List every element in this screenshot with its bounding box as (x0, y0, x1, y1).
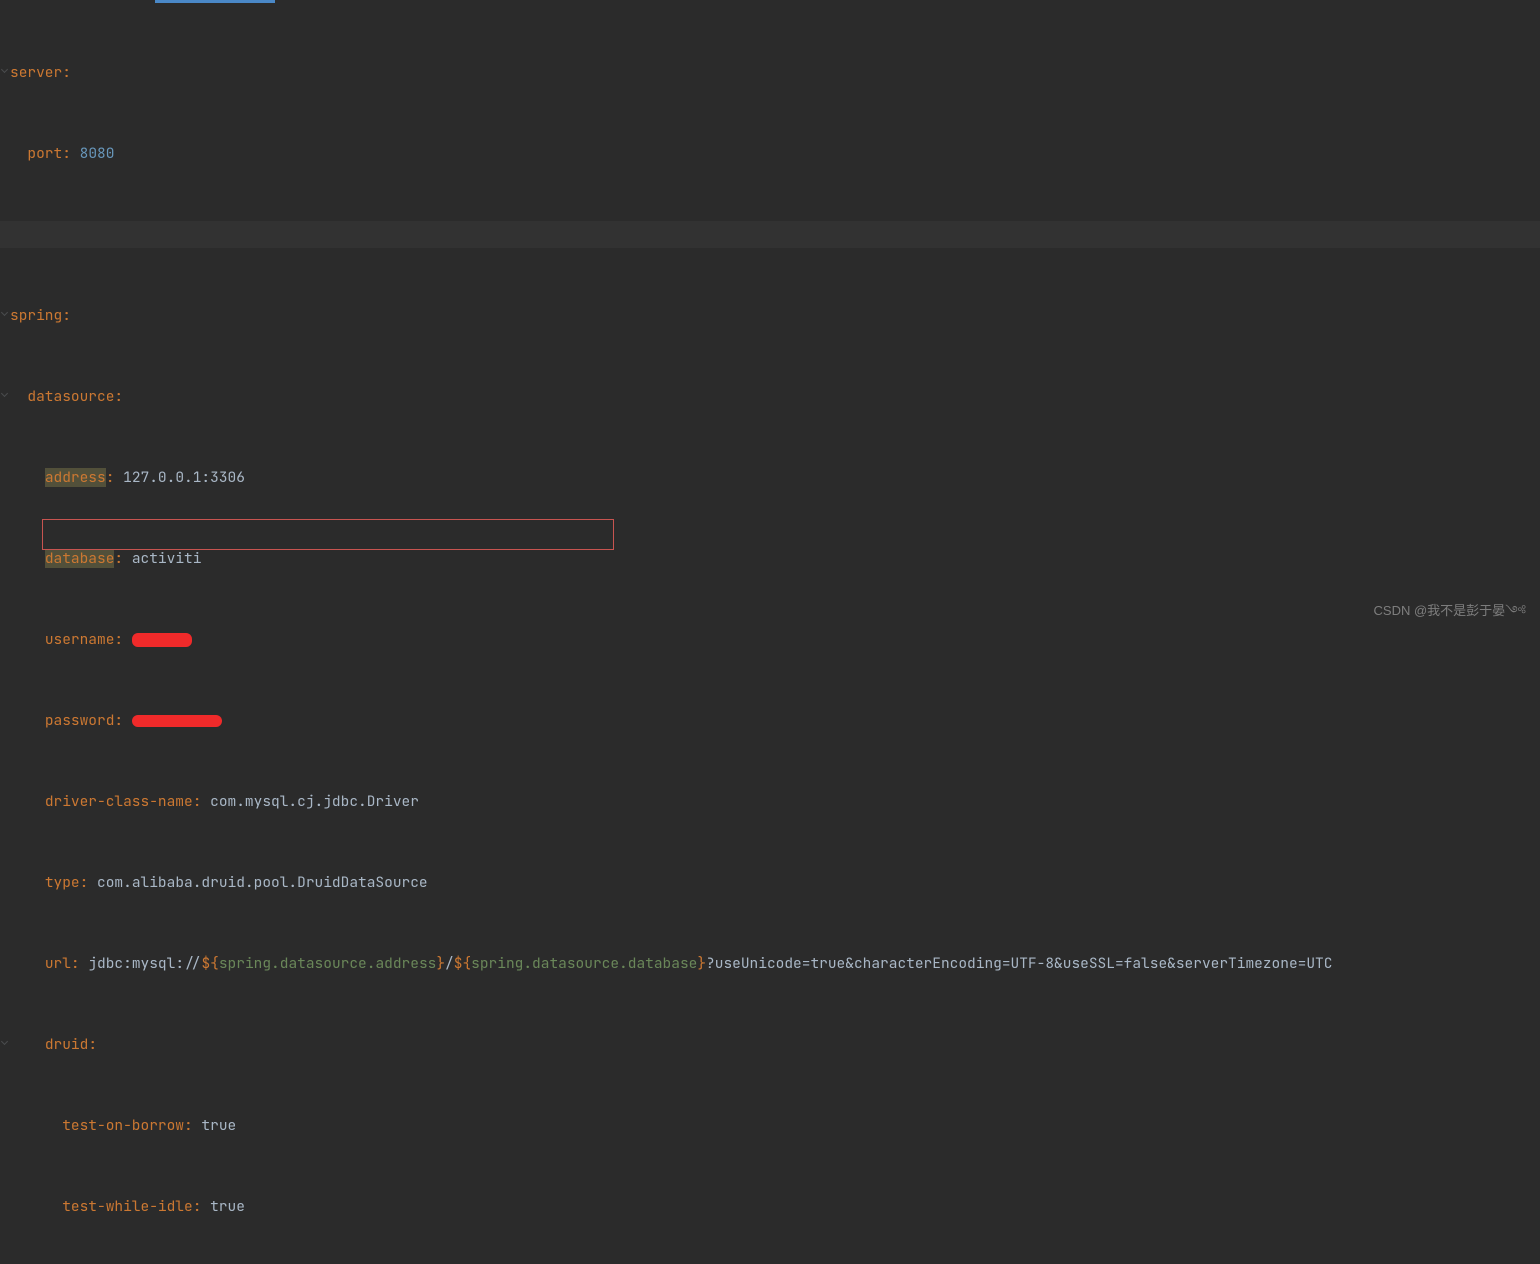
code-line[interactable]: url: jdbc:mysql://${spring.datasource.ad… (0, 950, 1540, 977)
code-line[interactable]: username: (0, 626, 1540, 653)
fold-icon[interactable] (1, 390, 8, 397)
code-editor[interactable]: server: port: 8080 spring: datasource: a… (0, 0, 1540, 1264)
code-line[interactable]: password: (0, 707, 1540, 734)
code-line[interactable]: spring: (0, 302, 1540, 329)
fold-icon[interactable] (1, 309, 8, 316)
code-line[interactable]: database: activiti (0, 545, 1540, 572)
redacted-value (132, 633, 192, 647)
code-line[interactable]: type: com.alibaba.druid.pool.DruidDataSo… (0, 869, 1540, 896)
code-line[interactable]: datasource: (0, 383, 1540, 410)
code-line[interactable]: test-while-idle: true (0, 1193, 1540, 1220)
code-line[interactable]: test-on-borrow: true (0, 1112, 1540, 1139)
code-line[interactable]: server: (0, 59, 1540, 86)
fold-icon[interactable] (1, 66, 8, 73)
code-line[interactable] (0, 221, 1540, 248)
code-line[interactable]: port: 8080 (0, 140, 1540, 167)
code-line[interactable]: address: 127.0.0.1:3306 (0, 464, 1540, 491)
active-tab-indicator (155, 0, 275, 3)
fold-icon[interactable] (1, 1038, 8, 1045)
watermark: CSDN @我不是彭于晏༺ (1374, 597, 1528, 624)
code-line[interactable]: druid: (0, 1031, 1540, 1058)
code-line[interactable]: driver-class-name: com.mysql.cj.jdbc.Dri… (0, 788, 1540, 815)
redacted-value (132, 715, 222, 727)
